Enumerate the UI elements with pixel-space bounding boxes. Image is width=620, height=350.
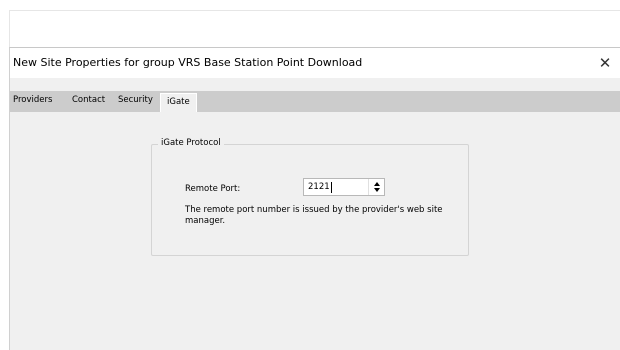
remote-port-label: Remote Port: bbox=[185, 184, 241, 194]
remote-port-value[interactable]: 2121 bbox=[308, 182, 330, 192]
tab-igate[interactable]: iGate bbox=[160, 93, 197, 112]
tab-contact[interactable]: Contact bbox=[72, 95, 105, 105]
dialog-titlebar: New Site Properties for group VRS Base S… bbox=[10, 48, 620, 78]
group-legend: iGate Protocol bbox=[158, 138, 224, 148]
tab-bar: Providers Contact Security iGate bbox=[10, 91, 620, 112]
close-icon[interactable]: ✕ bbox=[594, 52, 616, 74]
spinner-arrows-svg bbox=[373, 182, 380, 192]
up-down-arrows-icon[interactable] bbox=[368, 179, 384, 195]
text-caret bbox=[331, 182, 332, 193]
remote-port-stepper[interactable]: 2121 bbox=[303, 178, 385, 196]
igate-protocol-group: iGate Protocol Remote Port: 2121 The rem… bbox=[151, 138, 469, 256]
background-window-strip bbox=[9, 10, 620, 48]
igate-tab-panel: iGate Protocol Remote Port: 2121 The rem… bbox=[10, 112, 620, 350]
tab-providers[interactable]: Providers bbox=[13, 95, 52, 105]
site-properties-dialog: New Site Properties for group VRS Base S… bbox=[9, 47, 620, 350]
tab-security[interactable]: Security bbox=[118, 95, 153, 105]
dialog-title: New Site Properties for group VRS Base S… bbox=[13, 56, 363, 69]
remote-port-help-text: The remote port number is issued by the … bbox=[185, 205, 443, 226]
